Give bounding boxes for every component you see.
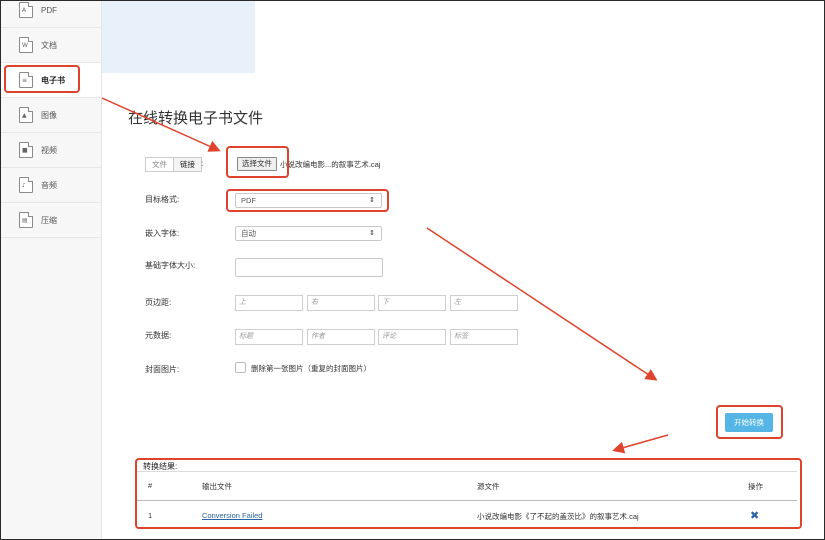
base-font-size-label: 基础字体大小: (145, 261, 196, 270)
margins-label: 页边距: (145, 298, 172, 307)
sidebar-item-archive[interactable]: ▤ 压缩 (1, 203, 101, 238)
sidebar-item-image[interactable]: ▲ 图像 (1, 98, 101, 133)
select-arrows-icon: ⇕ (369, 197, 375, 204)
cover-label: 封面图片: (145, 365, 180, 374)
metadata-tags-input[interactable]: 标签 (450, 329, 518, 345)
metadata-author-input[interactable]: 作者 (307, 329, 375, 345)
remove-cover-label: 删除第一张图片（重复的封面图片） (251, 364, 371, 373)
remove-cover-checkbox[interactable] (235, 362, 246, 373)
column-header-source: 源文件 (477, 482, 500, 491)
margin-bottom-input[interactable]: 下 (378, 295, 446, 311)
column-header-action: 操作 (748, 482, 763, 491)
sidebar-item-audio[interactable]: ♪ 音频 (1, 168, 101, 203)
image-file-icon: ▲ (19, 107, 33, 123)
sidebar-item-video[interactable]: ■ 视频 (1, 133, 101, 168)
target-format-label: 目标格式: (145, 195, 180, 204)
annotation-arrows (101, 97, 669, 454)
sidebar-item-label: 文档 (41, 40, 57, 50)
column-header-output: 输出文件 (202, 482, 232, 491)
sidebar-item-label: 压缩 (41, 215, 57, 225)
sidebar-item-pdf[interactable]: A PDF (1, 0, 101, 28)
pdf-file-icon: A (19, 2, 33, 18)
table-divider (137, 500, 797, 501)
target-format-value: PDF (241, 196, 256, 205)
sidebar-item-document[interactable]: W 文档 (1, 28, 101, 63)
embed-font-select[interactable]: 自动 ⇕ (235, 226, 382, 241)
selected-file-name: 小说改编电影...的叙事艺术.caj (280, 160, 381, 169)
sidebar-item-label: 电子书 (41, 75, 65, 85)
choose-file-button[interactable]: 选择文件 (237, 157, 277, 171)
source-colon: : (201, 159, 204, 168)
ebook-file-icon: ≡ (19, 72, 33, 88)
column-header-index: # (148, 481, 153, 490)
target-format-select[interactable]: PDF ⇕ (235, 193, 382, 208)
sidebar: A PDF W 文档 ≡ 电子书 ▲ 图像 ■ 视频 ♪ 音频 ▤ 压缩 (1, 1, 102, 539)
audio-file-icon: ♪ (19, 177, 33, 193)
sidebar-item-label: 音频 (41, 180, 57, 190)
source-tabs: 文件 链接 (145, 157, 202, 172)
embed-font-value: 自动 (241, 229, 256, 238)
sidebar-item-label: 图像 (41, 110, 57, 120)
margin-right-input[interactable]: 右 (307, 295, 375, 311)
source-file-name: 小说改编电影《了不起的盖茨比》的叙事艺术.caj (477, 512, 639, 521)
output-file-link[interactable]: Conversion Failed (202, 511, 262, 520)
row-index: 1 (148, 511, 153, 520)
word-file-icon: W (19, 37, 33, 53)
margin-top-input[interactable]: 上 (235, 295, 303, 311)
metadata-title-input[interactable]: 标题 (235, 329, 303, 345)
sidebar-item-ebook[interactable]: ≡ 电子书 (1, 63, 101, 98)
page-title: 在线转换电子书文件 (128, 110, 264, 127)
tab-link[interactable]: 链接 (174, 157, 202, 172)
sidebar-item-label: 视频 (41, 145, 57, 155)
arrow-to-results (612, 434, 669, 454)
margin-left-input[interactable]: 左 (450, 295, 518, 311)
metadata-comment-input[interactable]: 评论 (378, 329, 446, 345)
table-divider (137, 471, 797, 472)
start-convert-button[interactable]: 开始转换 (725, 413, 773, 432)
embed-font-label: 嵌入字体: (145, 229, 180, 238)
base-font-size-input[interactable] (235, 258, 383, 277)
banner-area (102, 1, 255, 73)
delete-x-icon[interactable]: ✖ (750, 509, 759, 522)
video-file-icon: ■ (19, 142, 33, 158)
sidebar-item-label: PDF (41, 5, 57, 15)
tab-file[interactable]: 文件 (145, 157, 174, 172)
archive-file-icon: ▤ (19, 212, 33, 228)
metadata-label: 元数据: (145, 331, 172, 340)
select-arrows-icon: ⇕ (369, 230, 375, 237)
